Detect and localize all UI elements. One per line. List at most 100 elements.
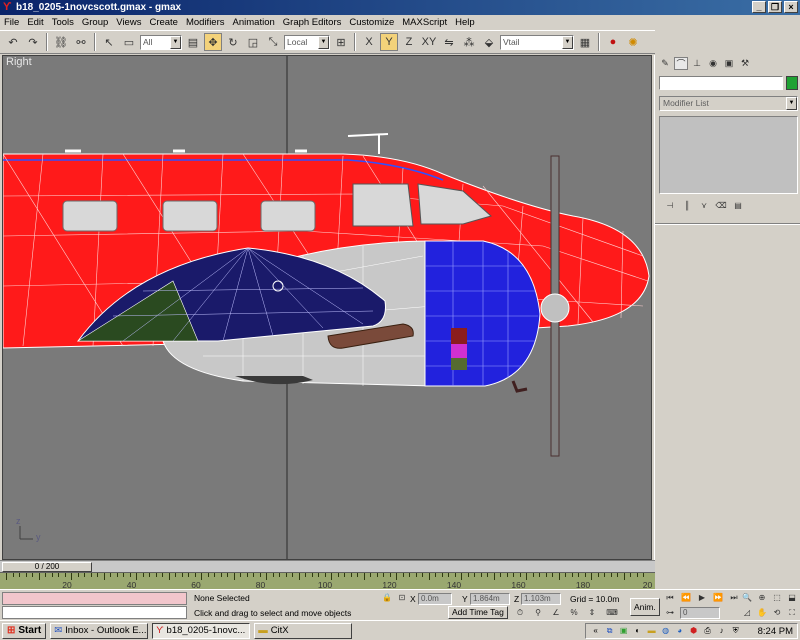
start-button[interactable]: ⊞ Start: [2, 622, 47, 639]
zoom-extents-all-icon[interactable]: ⬓: [786, 592, 798, 604]
menu-create[interactable]: Create: [145, 17, 182, 28]
go-to-end-icon[interactable]: ⏭: [728, 592, 740, 604]
tray-volume-icon[interactable]: ♪: [716, 625, 728, 637]
percent-snap-icon[interactable]: %: [568, 607, 580, 619]
selection-filter-dropdown[interactable]: All ▼: [140, 34, 182, 50]
modify-tab-icon[interactable]: ⌒: [674, 56, 688, 70]
viewport-label[interactable]: Right: [6, 56, 32, 68]
select-arrow-icon[interactable]: ↖: [100, 33, 118, 51]
move-icon[interactable]: ✥: [204, 33, 222, 51]
animate-button[interactable]: Anim.: [630, 598, 660, 616]
menu-maxscript[interactable]: MAXScript: [398, 17, 451, 28]
next-frame-icon[interactable]: ⏩: [712, 592, 724, 604]
named-selection-dropdown[interactable]: Vtail ▼: [500, 34, 574, 50]
tray-chevron-icon[interactable]: «: [590, 625, 602, 637]
tray-folder-icon[interactable]: ▬: [646, 625, 658, 637]
menu-help[interactable]: Help: [451, 17, 479, 28]
menu-views[interactable]: Views: [112, 17, 145, 28]
unlink-icon[interactable]: ⚯: [72, 33, 90, 51]
task-gmax[interactable]: ϒ b18_0205-1novc...: [152, 622, 251, 639]
remove-modifier-icon[interactable]: ⌫: [714, 201, 728, 213]
tray-shield-icon[interactable]: ⛨: [730, 625, 742, 637]
tray-app-icon[interactable]: ◐: [632, 625, 644, 637]
add-time-tag-button[interactable]: Add Time Tag: [448, 606, 508, 619]
tray-network-icon[interactable]: ⧉: [604, 625, 616, 637]
tray-monitor-icon[interactable]: ▣: [618, 625, 630, 637]
create-tab-icon[interactable]: ✎: [658, 57, 672, 70]
close-button[interactable]: ×: [784, 1, 798, 13]
show-end-result-icon[interactable]: ║: [680, 201, 694, 213]
render-icon[interactable]: ✺: [624, 33, 642, 51]
pin-stack-icon[interactable]: ⊣: [663, 201, 677, 213]
restrict-y-icon[interactable]: Y: [380, 33, 398, 51]
rotate-icon[interactable]: ↻: [224, 33, 242, 51]
track-view-icon[interactable]: ▦: [576, 33, 594, 51]
go-to-start-icon[interactable]: ⏮: [664, 592, 676, 604]
zoom-extents-icon[interactable]: ⬚: [771, 592, 783, 604]
absolute-mode-icon[interactable]: ⊡: [396, 592, 408, 604]
configure-sets-icon[interactable]: ▤: [731, 201, 745, 213]
region-select-icon[interactable]: ▭: [120, 33, 138, 51]
menu-group[interactable]: Group: [78, 17, 112, 28]
menu-file[interactable]: File: [0, 17, 23, 28]
object-color-swatch[interactable]: [786, 76, 798, 90]
maximize-viewport-icon[interactable]: ⛶: [786, 607, 798, 619]
tray-chat-icon[interactable]: ◕: [674, 625, 686, 637]
hierarchy-tab-icon[interactable]: ⊥: [690, 57, 704, 70]
make-unique-icon[interactable]: ⋎: [697, 201, 711, 213]
minimize-button[interactable]: _: [752, 1, 766, 13]
scale-icon[interactable]: ◲: [244, 33, 262, 51]
taskbar-clock[interactable]: 8:24 PM: [758, 626, 793, 637]
modifier-list-dropdown[interactable]: Modifier List ▼: [659, 96, 798, 111]
time-config-icon[interactable]: ⏱: [514, 607, 526, 619]
array-icon[interactable]: ⁂: [460, 33, 478, 51]
menu-modifiers[interactable]: Modifiers: [182, 17, 229, 28]
z-coord-field[interactable]: 1.103m: [521, 593, 561, 605]
maxscript-listener-mini[interactable]: [2, 592, 187, 605]
key-mode-icon[interactable]: ⊶: [664, 607, 676, 619]
spinner-snap-icon[interactable]: ⇕: [586, 607, 598, 619]
squash-icon[interactable]: ⤡: [264, 33, 282, 51]
utilities-tab-icon[interactable]: ⚒: [738, 57, 752, 70]
restrict-z-icon[interactable]: Z: [400, 33, 418, 51]
align-icon[interactable]: ⬙: [480, 33, 498, 51]
angle-snap-icon[interactable]: ∠: [550, 607, 562, 619]
track-bar-ruler[interactable]: 20 40 60 80 100 120 140 160 180 20: [0, 572, 655, 589]
link-icon[interactable]: ⛓: [52, 33, 70, 51]
reference-coord-dropdown[interactable]: Local ▼: [284, 34, 330, 50]
menu-edit[interactable]: Edit: [23, 17, 47, 28]
zoom-all-icon[interactable]: ⊕: [756, 592, 768, 604]
y-coord-field[interactable]: 1.864m: [470, 593, 510, 605]
mirror-icon[interactable]: ⇋: [440, 33, 458, 51]
restrict-x-icon[interactable]: X: [360, 33, 378, 51]
gmax-app-icon[interactable]: ϒ: [3, 2, 13, 13]
select-by-name-icon[interactable]: ▤: [184, 33, 202, 51]
keyboard-shortcut-icon[interactable]: ⌨: [606, 607, 618, 619]
task-outlook[interactable]: ✉ Inbox - Outlook E...: [50, 622, 149, 639]
restrict-xy-icon[interactable]: XY: [420, 33, 438, 51]
tray-globe-icon[interactable]: ◍: [660, 625, 672, 637]
zoom-icon[interactable]: 🔍: [741, 592, 753, 604]
material-editor-icon[interactable]: ●: [604, 33, 622, 51]
play-icon[interactable]: ▶: [696, 592, 708, 604]
undo-icon[interactable]: ↶: [4, 33, 22, 51]
object-name-field[interactable]: [659, 76, 783, 90]
menu-tools[interactable]: Tools: [48, 17, 78, 28]
current-frame-field[interactable]: 0: [680, 607, 720, 619]
task-citx[interactable]: ▬ CitX: [254, 622, 353, 639]
tray-printer-icon[interactable]: ⎙: [702, 625, 714, 637]
lock-selection-icon[interactable]: 🔒: [381, 592, 393, 604]
time-slider-track[interactable]: 0 / 200: [0, 560, 655, 572]
menu-graph-editors[interactable]: Graph Editors: [279, 17, 346, 28]
snap-toggle-icon[interactable]: ⚲: [532, 607, 544, 619]
restore-button[interactable]: ❐: [768, 1, 782, 13]
viewport-right[interactable]: Right z y: [2, 55, 652, 560]
menu-animation[interactable]: Animation: [229, 17, 279, 28]
modifier-stack[interactable]: [659, 116, 798, 194]
time-slider[interactable]: 0 / 200: [2, 562, 92, 572]
display-tab-icon[interactable]: ▣: [722, 57, 736, 70]
tray-alert-icon[interactable]: ⬢: [688, 625, 700, 637]
redo-icon[interactable]: ↷: [24, 33, 42, 51]
menu-customize[interactable]: Customize: [345, 17, 398, 28]
motion-tab-icon[interactable]: ◉: [706, 57, 720, 70]
